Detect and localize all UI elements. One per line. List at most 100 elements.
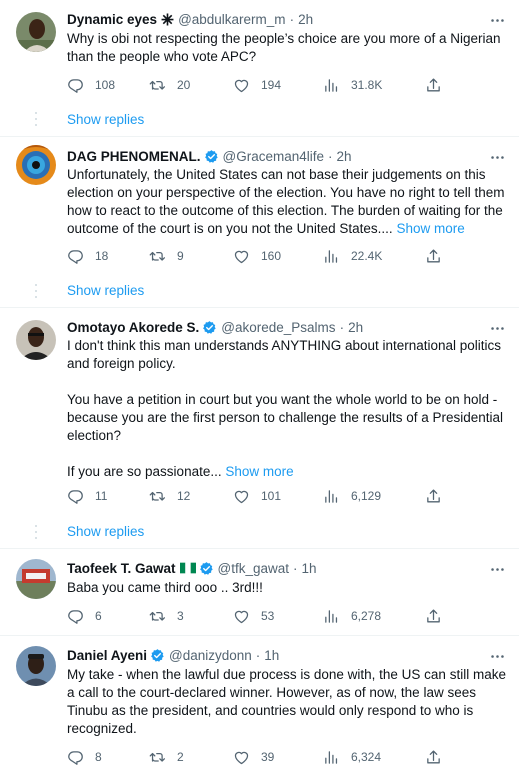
show-replies-link[interactable]: Show replies bbox=[67, 112, 144, 127]
heart-icon bbox=[233, 77, 250, 94]
reply-icon bbox=[67, 77, 84, 94]
show-replies-link[interactable]: Show replies bbox=[67, 283, 144, 298]
retweet-icon bbox=[149, 488, 166, 505]
tweet: Omotayo Akorede S. @akorede_Psalms · 2h … bbox=[0, 308, 519, 548]
retweet-icon bbox=[149, 248, 166, 265]
tweet-header: Dynamic eyes @abdulkarerm_m · 2h bbox=[67, 9, 313, 29]
author-handle[interactable]: @Graceman4life bbox=[223, 149, 325, 164]
author-name[interactable]: Omotayo Akorede S. bbox=[67, 320, 199, 335]
author-name[interactable]: Daniel Ayeni bbox=[67, 648, 147, 663]
like-count: 39 bbox=[261, 750, 275, 764]
more-options-icon[interactable] bbox=[487, 559, 507, 579]
show-more-link[interactable]: Show more bbox=[225, 464, 293, 479]
like-count: 53 bbox=[261, 609, 275, 623]
avatar[interactable] bbox=[16, 12, 56, 52]
avatar[interactable] bbox=[16, 320, 56, 360]
like-button[interactable]: 194 bbox=[233, 75, 281, 95]
separator-dot: · bbox=[255, 647, 261, 663]
share-icon bbox=[425, 77, 442, 94]
verified-badge-icon bbox=[204, 149, 219, 164]
retweet-count: 9 bbox=[177, 249, 184, 263]
views-button[interactable]: 22.4K bbox=[323, 246, 382, 266]
avatar[interactable] bbox=[16, 559, 56, 599]
more-options-icon[interactable] bbox=[487, 10, 507, 30]
author-handle[interactable]: @danizydonn bbox=[169, 648, 252, 663]
retweet-button[interactable]: 2 bbox=[149, 747, 184, 766]
author-handle[interactable]: @tfk_gawat bbox=[218, 561, 290, 576]
retweet-button[interactable]: 12 bbox=[149, 486, 190, 506]
views-button[interactable]: 6,324 bbox=[323, 747, 381, 766]
analytics-icon bbox=[323, 749, 340, 766]
more-options-icon[interactable] bbox=[487, 147, 507, 167]
show-more-link[interactable]: Show more bbox=[396, 221, 464, 236]
author-name[interactable]: Taofeek T. Gawat bbox=[67, 561, 176, 576]
timestamp[interactable]: 1h bbox=[302, 561, 317, 576]
heart-icon bbox=[233, 248, 250, 265]
tweet: Daniel Ayeni @danizydonn · 1h My take - … bbox=[0, 636, 519, 766]
tweet-text: My take - when the lawful due process is… bbox=[67, 666, 511, 738]
views-button[interactable]: 6,129 bbox=[323, 486, 381, 506]
tweet-header: Taofeek T. Gawat @tfk_gawat · 1h bbox=[67, 558, 317, 578]
more-options-icon[interactable] bbox=[487, 646, 507, 666]
retweet-count: 12 bbox=[177, 489, 191, 503]
share-icon bbox=[425, 248, 442, 265]
share-button[interactable] bbox=[425, 747, 442, 766]
more-options-icon[interactable] bbox=[487, 318, 507, 338]
like-count: 160 bbox=[261, 249, 282, 263]
retweet-button[interactable]: 9 bbox=[149, 246, 184, 266]
reply-count: 18 bbox=[95, 249, 109, 263]
retweet-icon bbox=[149, 749, 166, 766]
retweet-button[interactable]: 20 bbox=[149, 75, 190, 95]
avatar[interactable] bbox=[16, 646, 56, 686]
view-count: 6,278 bbox=[351, 609, 382, 623]
view-count: 22.4K bbox=[351, 249, 383, 263]
heart-icon bbox=[233, 608, 250, 625]
tweet-header: Daniel Ayeni @danizydonn · 1h bbox=[67, 645, 279, 665]
reply-icon bbox=[67, 248, 84, 265]
tweet-text: Why is obi not respecting the people’s c… bbox=[67, 30, 511, 66]
reply-count: 6 bbox=[95, 609, 102, 623]
author-handle[interactable]: @akorede_Psalms bbox=[221, 320, 335, 335]
like-button[interactable]: 39 bbox=[233, 747, 274, 766]
like-button[interactable]: 53 bbox=[233, 606, 274, 626]
retweet-button[interactable]: 3 bbox=[149, 606, 184, 626]
like-button[interactable]: 160 bbox=[233, 246, 281, 266]
timestamp[interactable]: 2h bbox=[337, 149, 352, 164]
timestamp[interactable]: 2h bbox=[298, 12, 313, 27]
reply-count: 108 bbox=[95, 78, 116, 92]
views-button[interactable]: 31.8K bbox=[323, 75, 382, 95]
reply-button[interactable]: 18 bbox=[67, 246, 108, 266]
tweet-actions: 18 9 160 22.4K bbox=[67, 246, 447, 266]
reply-button[interactable]: 108 bbox=[67, 75, 115, 95]
analytics-icon bbox=[323, 248, 340, 265]
author-name[interactable]: DAG PHENOMENAL. bbox=[67, 149, 201, 164]
thread-connector bbox=[34, 112, 38, 126]
share-button[interactable] bbox=[425, 486, 442, 506]
view-count: 6,324 bbox=[351, 750, 382, 764]
timestamp[interactable]: 2h bbox=[348, 320, 363, 335]
timestamp[interactable]: 1h bbox=[264, 648, 279, 663]
author-name[interactable]: Dynamic eyes bbox=[67, 12, 157, 27]
retweet-icon bbox=[149, 608, 166, 625]
share-button[interactable] bbox=[425, 75, 442, 95]
like-button[interactable]: 101 bbox=[233, 486, 281, 506]
tweet-text: Baba you came third ooo .. 3rd!!! bbox=[67, 579, 511, 597]
verified-badge-icon bbox=[199, 561, 214, 576]
reply-button[interactable]: 6 bbox=[67, 606, 102, 626]
separator-dot: · bbox=[293, 560, 298, 576]
heart-icon bbox=[233, 488, 250, 505]
reply-button[interactable]: 8 bbox=[67, 747, 102, 766]
share-button[interactable] bbox=[425, 606, 442, 626]
avatar[interactable] bbox=[16, 145, 56, 185]
share-button[interactable] bbox=[425, 246, 442, 266]
tweet: Taofeek T. Gawat @tfk_gawat · 1h Baba yo… bbox=[0, 549, 519, 635]
author-handle[interactable]: @abdulkarerm_m bbox=[178, 12, 286, 27]
views-button[interactable]: 6,278 bbox=[323, 606, 381, 626]
show-replies-link[interactable]: Show replies bbox=[67, 524, 144, 539]
tweet-actions: 8 2 39 6,324 bbox=[67, 747, 447, 766]
tweet-paragraph: You have a petition in court but you wan… bbox=[67, 392, 504, 443]
reply-icon bbox=[67, 749, 84, 766]
reply-button[interactable]: 11 bbox=[67, 486, 107, 506]
share-icon bbox=[425, 749, 442, 766]
analytics-icon bbox=[323, 608, 340, 625]
